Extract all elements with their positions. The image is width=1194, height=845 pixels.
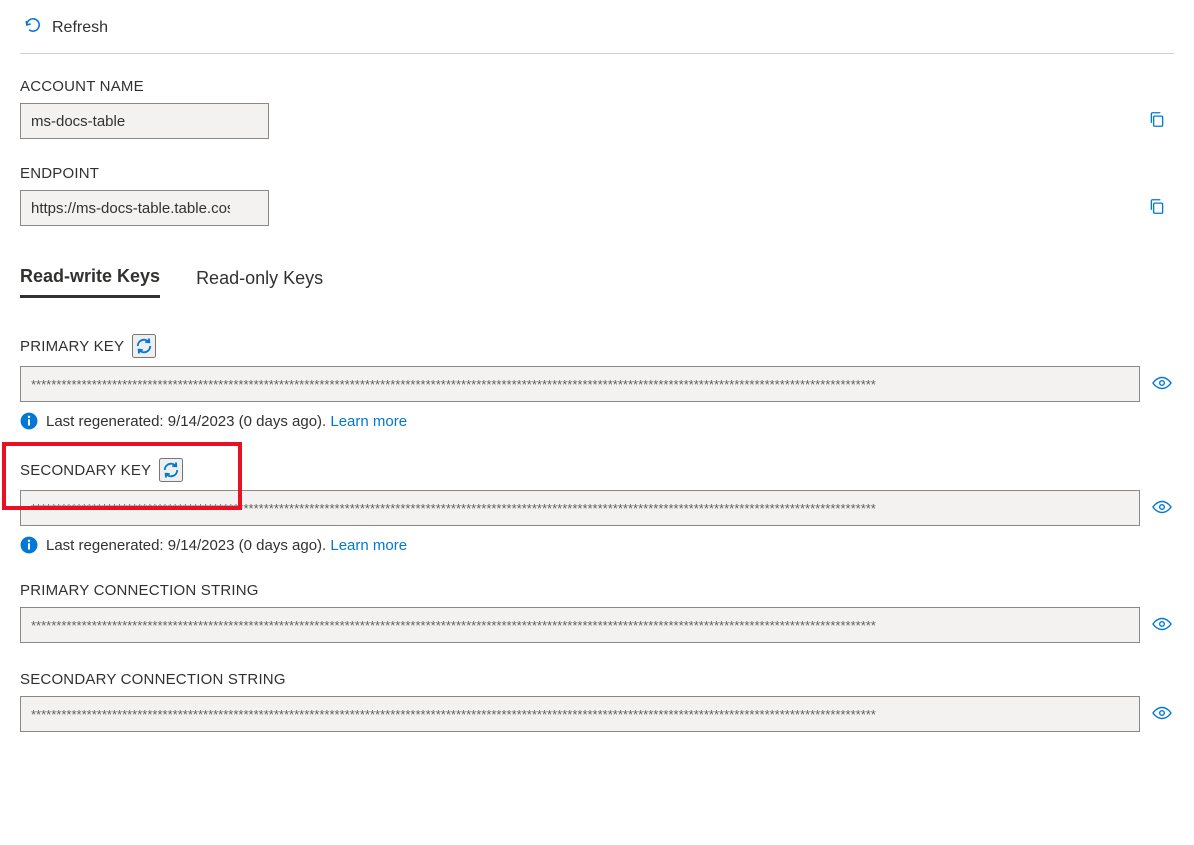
secondary-key-info-text: Last regenerated: 9/14/2023 (0 days ago)… — [46, 537, 330, 554]
primary-key-section: PRIMARY KEY ****************************… — [20, 334, 1174, 430]
secondary-connection-string-label: SECONDARY CONNECTION STRING — [20, 671, 286, 688]
account-name-label: ACCOUNT NAME — [20, 78, 1174, 95]
show-secondary-key-button[interactable] — [1150, 495, 1174, 522]
secondary-key-section: SECONDARY KEY **************************… — [20, 458, 1174, 554]
show-primary-connection-string-button[interactable] — [1150, 612, 1174, 639]
info-icon — [20, 412, 38, 430]
secondary-key-info: Last regenerated: 9/14/2023 (0 days ago)… — [20, 536, 1174, 554]
primary-connection-string-label: PRIMARY CONNECTION STRING — [20, 582, 259, 599]
refresh-button[interactable]: Refresh — [20, 14, 112, 41]
info-icon — [20, 536, 38, 554]
secondary-key-input[interactable]: ****************************************… — [20, 490, 1140, 526]
endpoint-group: ENDPOINT — [20, 165, 1174, 226]
show-primary-key-button[interactable] — [1150, 371, 1174, 398]
keys-tabs: Read-write Keys Read-only Keys — [20, 266, 1174, 298]
primary-key-info-text: Last regenerated: 9/14/2023 (0 days ago)… — [46, 413, 330, 430]
copy-endpoint-button[interactable] — [1146, 196, 1168, 221]
primary-key-input[interactable]: ****************************************… — [20, 366, 1140, 402]
endpoint-label: ENDPOINT — [20, 165, 1174, 182]
secondary-connection-string-input[interactable]: ****************************************… — [20, 696, 1140, 732]
endpoint-input[interactable] — [20, 190, 269, 226]
copy-account-name-button[interactable] — [1146, 109, 1168, 134]
eye-icon — [1152, 614, 1172, 637]
toolbar: Refresh — [20, 4, 1174, 54]
copy-icon — [1148, 111, 1166, 132]
regenerate-secondary-key-button[interactable] — [159, 458, 183, 482]
eye-icon — [1152, 497, 1172, 520]
secondary-key-learn-more-link[interactable]: Learn more — [330, 537, 407, 554]
show-secondary-connection-string-button[interactable] — [1150, 701, 1174, 728]
primary-connection-string-section: PRIMARY CONNECTION STRING **************… — [20, 582, 1174, 643]
primary-key-label: PRIMARY KEY — [20, 338, 124, 355]
tab-read-write-keys[interactable]: Read-write Keys — [20, 266, 160, 298]
copy-icon — [1148, 198, 1166, 219]
eye-icon — [1152, 373, 1172, 396]
primary-connection-string-input[interactable]: ****************************************… — [20, 607, 1140, 643]
secondary-connection-string-section: SECONDARY CONNECTION STRING ************… — [20, 671, 1174, 732]
refresh-label: Refresh — [52, 19, 108, 37]
primary-key-info: Last regenerated: 9/14/2023 (0 days ago)… — [20, 412, 1174, 430]
refresh-icon — [24, 16, 42, 39]
secondary-key-label: SECONDARY KEY — [20, 462, 151, 479]
tab-read-only-keys[interactable]: Read-only Keys — [196, 266, 323, 298]
primary-key-learn-more-link[interactable]: Learn more — [330, 413, 407, 430]
eye-icon — [1152, 703, 1172, 726]
regenerate-primary-key-button[interactable] — [132, 334, 156, 358]
account-name-group: ACCOUNT NAME — [20, 78, 1174, 139]
account-name-input[interactable] — [20, 103, 269, 139]
